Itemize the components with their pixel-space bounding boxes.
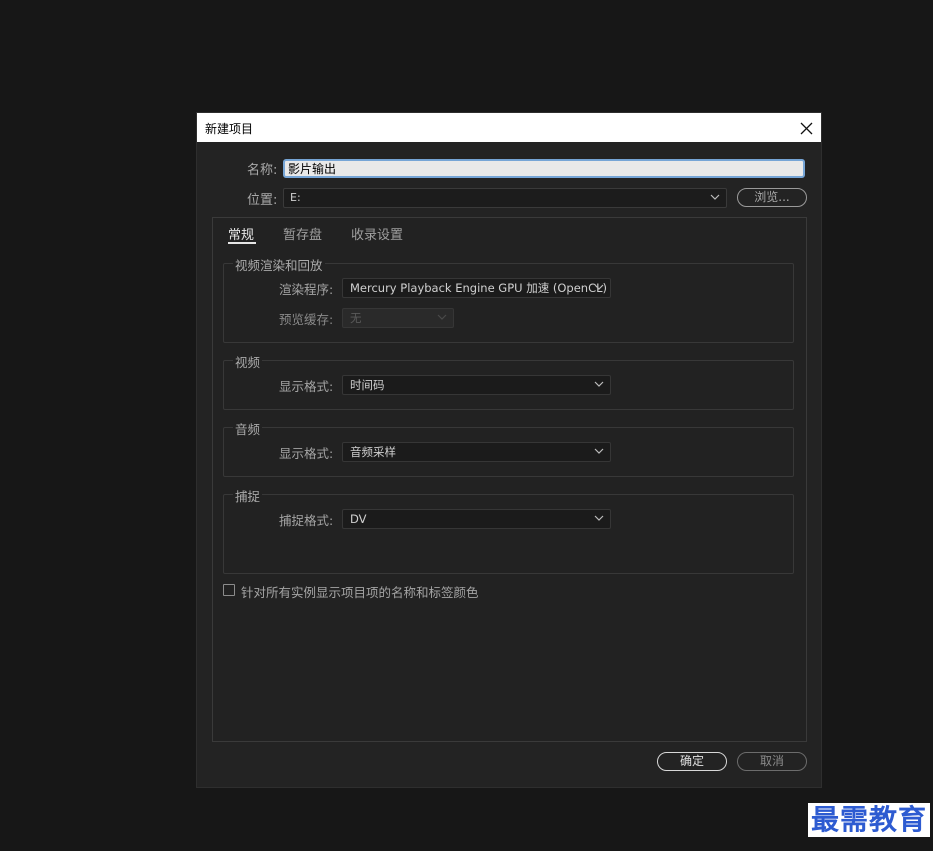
new-project-dialog: 新建项目 名称: 位置: E: 浏览... 常规 暂存盘 收录设置 视频渲染和回… [196, 112, 822, 788]
preview-cache-label: 预览缓存: [279, 312, 334, 327]
render-group-title: 视频渲染和回放 [233, 255, 325, 274]
name-label: 名称: [247, 163, 278, 178]
render-playback-group: 视频渲染和回放 渲染程序: Mercury Playback Engine GP… [223, 255, 794, 343]
project-name-input[interactable] [283, 159, 805, 178]
chevron-down-icon [594, 381, 604, 387]
audio-display-format-value: 音频采样 [350, 445, 396, 459]
audio-display-format-select[interactable]: 音频采样 [342, 442, 611, 462]
tab-general[interactable]: 常规 [228, 224, 254, 243]
chevron-down-icon [594, 284, 604, 290]
video-group: 视频 显示格式: 时间码 [223, 352, 794, 410]
video-group-title: 视频 [233, 352, 263, 371]
chevron-down-icon [594, 515, 604, 521]
ok-button-label: 确定 [679, 754, 704, 768]
capture-format-label: 捕捉格式: [279, 513, 334, 528]
preview-cache-value: 无 [350, 311, 362, 325]
video-display-format-value: 时间码 [350, 378, 385, 392]
cancel-button[interactable]: 取消 [737, 752, 807, 771]
close-icon [800, 122, 812, 134]
show-label-colors-label: 针对所有实例显示项目项的名称和标签颜色 [241, 585, 479, 600]
capture-group-title: 捕捉 [233, 486, 263, 505]
preview-cache-select: 无 [342, 308, 454, 328]
watermark-logo: 最需教育 [808, 803, 931, 837]
cancel-button-label: 取消 [759, 754, 784, 768]
video-display-format-label: 显示格式: [279, 379, 334, 394]
chevron-down-icon [437, 314, 447, 320]
show-label-colors-checkbox[interactable] [223, 584, 235, 596]
ok-button[interactable]: 确定 [657, 752, 727, 771]
capture-format-value: DV [350, 512, 367, 526]
chevron-down-icon [710, 194, 720, 200]
renderer-label: 渲染程序: [279, 282, 334, 297]
active-tab-indicator [228, 242, 256, 244]
renderer-select[interactable]: Mercury Playback Engine GPU 加速 (OpenCL) [342, 278, 611, 298]
tab-scratch-disks[interactable]: 暂存盘 [283, 224, 322, 243]
chevron-down-icon [594, 448, 604, 454]
location-select[interactable]: E: [283, 188, 727, 208]
close-button[interactable] [795, 117, 817, 139]
browse-button[interactable]: 浏览... [737, 188, 807, 207]
audio-display-format-label: 显示格式: [279, 446, 334, 461]
dialog-title: 新建项目 [205, 122, 254, 136]
browse-button-label: 浏览... [754, 190, 790, 204]
audio-group-title: 音频 [233, 419, 263, 438]
location-label: 位置: [247, 193, 278, 208]
dialog-titlebar: 新建项目 [197, 113, 821, 142]
tab-ingest-settings[interactable]: 收录设置 [351, 224, 403, 243]
location-value: E: [290, 191, 301, 204]
video-display-format-select[interactable]: 时间码 [342, 375, 611, 395]
renderer-value: Mercury Playback Engine GPU 加速 (OpenCL) [350, 281, 608, 295]
capture-group: 捕捉 捕捉格式: DV [223, 486, 794, 574]
capture-format-select[interactable]: DV [342, 509, 611, 529]
settings-panel: 常规 暂存盘 收录设置 视频渲染和回放 渲染程序: Mercury Playba… [212, 217, 807, 742]
audio-group: 音频 显示格式: 音频采样 [223, 419, 794, 477]
